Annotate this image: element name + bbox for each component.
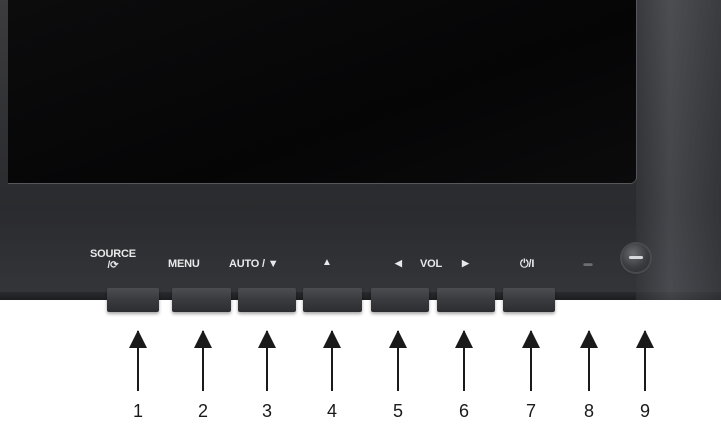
right-arrow-icon: ▶ xyxy=(462,258,469,268)
callout-number-9: 9 xyxy=(639,401,650,421)
callout-number-1: 1 xyxy=(132,401,143,421)
callout-arrow-9 xyxy=(636,330,654,391)
menu-button[interactable] xyxy=(172,288,231,312)
callout-arrow-6 xyxy=(455,330,473,391)
vol-up-button[interactable] xyxy=(437,288,495,312)
callout-number-8: 8 xyxy=(583,401,594,421)
up-arrow-icon: ▲ xyxy=(322,257,332,268)
callout-arrow-2 xyxy=(194,330,212,391)
power-button-icon xyxy=(629,256,643,259)
callout-number-6: 6 xyxy=(458,401,469,421)
source-label-text: SOURCE xyxy=(90,248,136,260)
callout-number-4: 4 xyxy=(326,401,337,421)
left-arrow-icon: ◀ xyxy=(395,258,402,268)
monitor-screen xyxy=(8,0,636,183)
callout-number-7: 7 xyxy=(525,401,536,421)
callout-arrow-3 xyxy=(258,330,276,391)
auto-down-button[interactable] xyxy=(238,288,296,312)
power-button[interactable] xyxy=(503,288,555,312)
callout-arrow-5 xyxy=(389,330,407,391)
callout-arrow-7 xyxy=(522,330,540,391)
auto-down-label: AUTO / ▼ xyxy=(229,258,279,270)
callout-number-5: 5 xyxy=(392,401,403,421)
callout-arrow-1 xyxy=(129,330,147,391)
callout-number-3: 3 xyxy=(261,401,272,421)
power-label: ⏻/I xyxy=(520,258,535,270)
power-led-indicator xyxy=(583,262,593,266)
menu-label: MENU xyxy=(168,258,200,270)
callout-arrow-8 xyxy=(580,330,598,391)
power-round-button[interactable] xyxy=(622,244,650,272)
source-label: SOURCE /⟳ xyxy=(90,248,136,272)
vol-down-button[interactable] xyxy=(371,288,429,312)
callout-arrow-4 xyxy=(323,330,341,391)
vol-label: VOL xyxy=(420,258,443,270)
source-button[interactable] xyxy=(107,288,159,312)
input-switch-icon: /⟳ xyxy=(107,260,119,271)
monitor-photo: SOURCE /⟳ MENU AUTO / ▼ ▲ ◀ VOL ▶ ⏻/I 1 … xyxy=(0,0,721,425)
up-button[interactable] xyxy=(303,288,362,312)
callout-number-2: 2 xyxy=(197,401,208,421)
